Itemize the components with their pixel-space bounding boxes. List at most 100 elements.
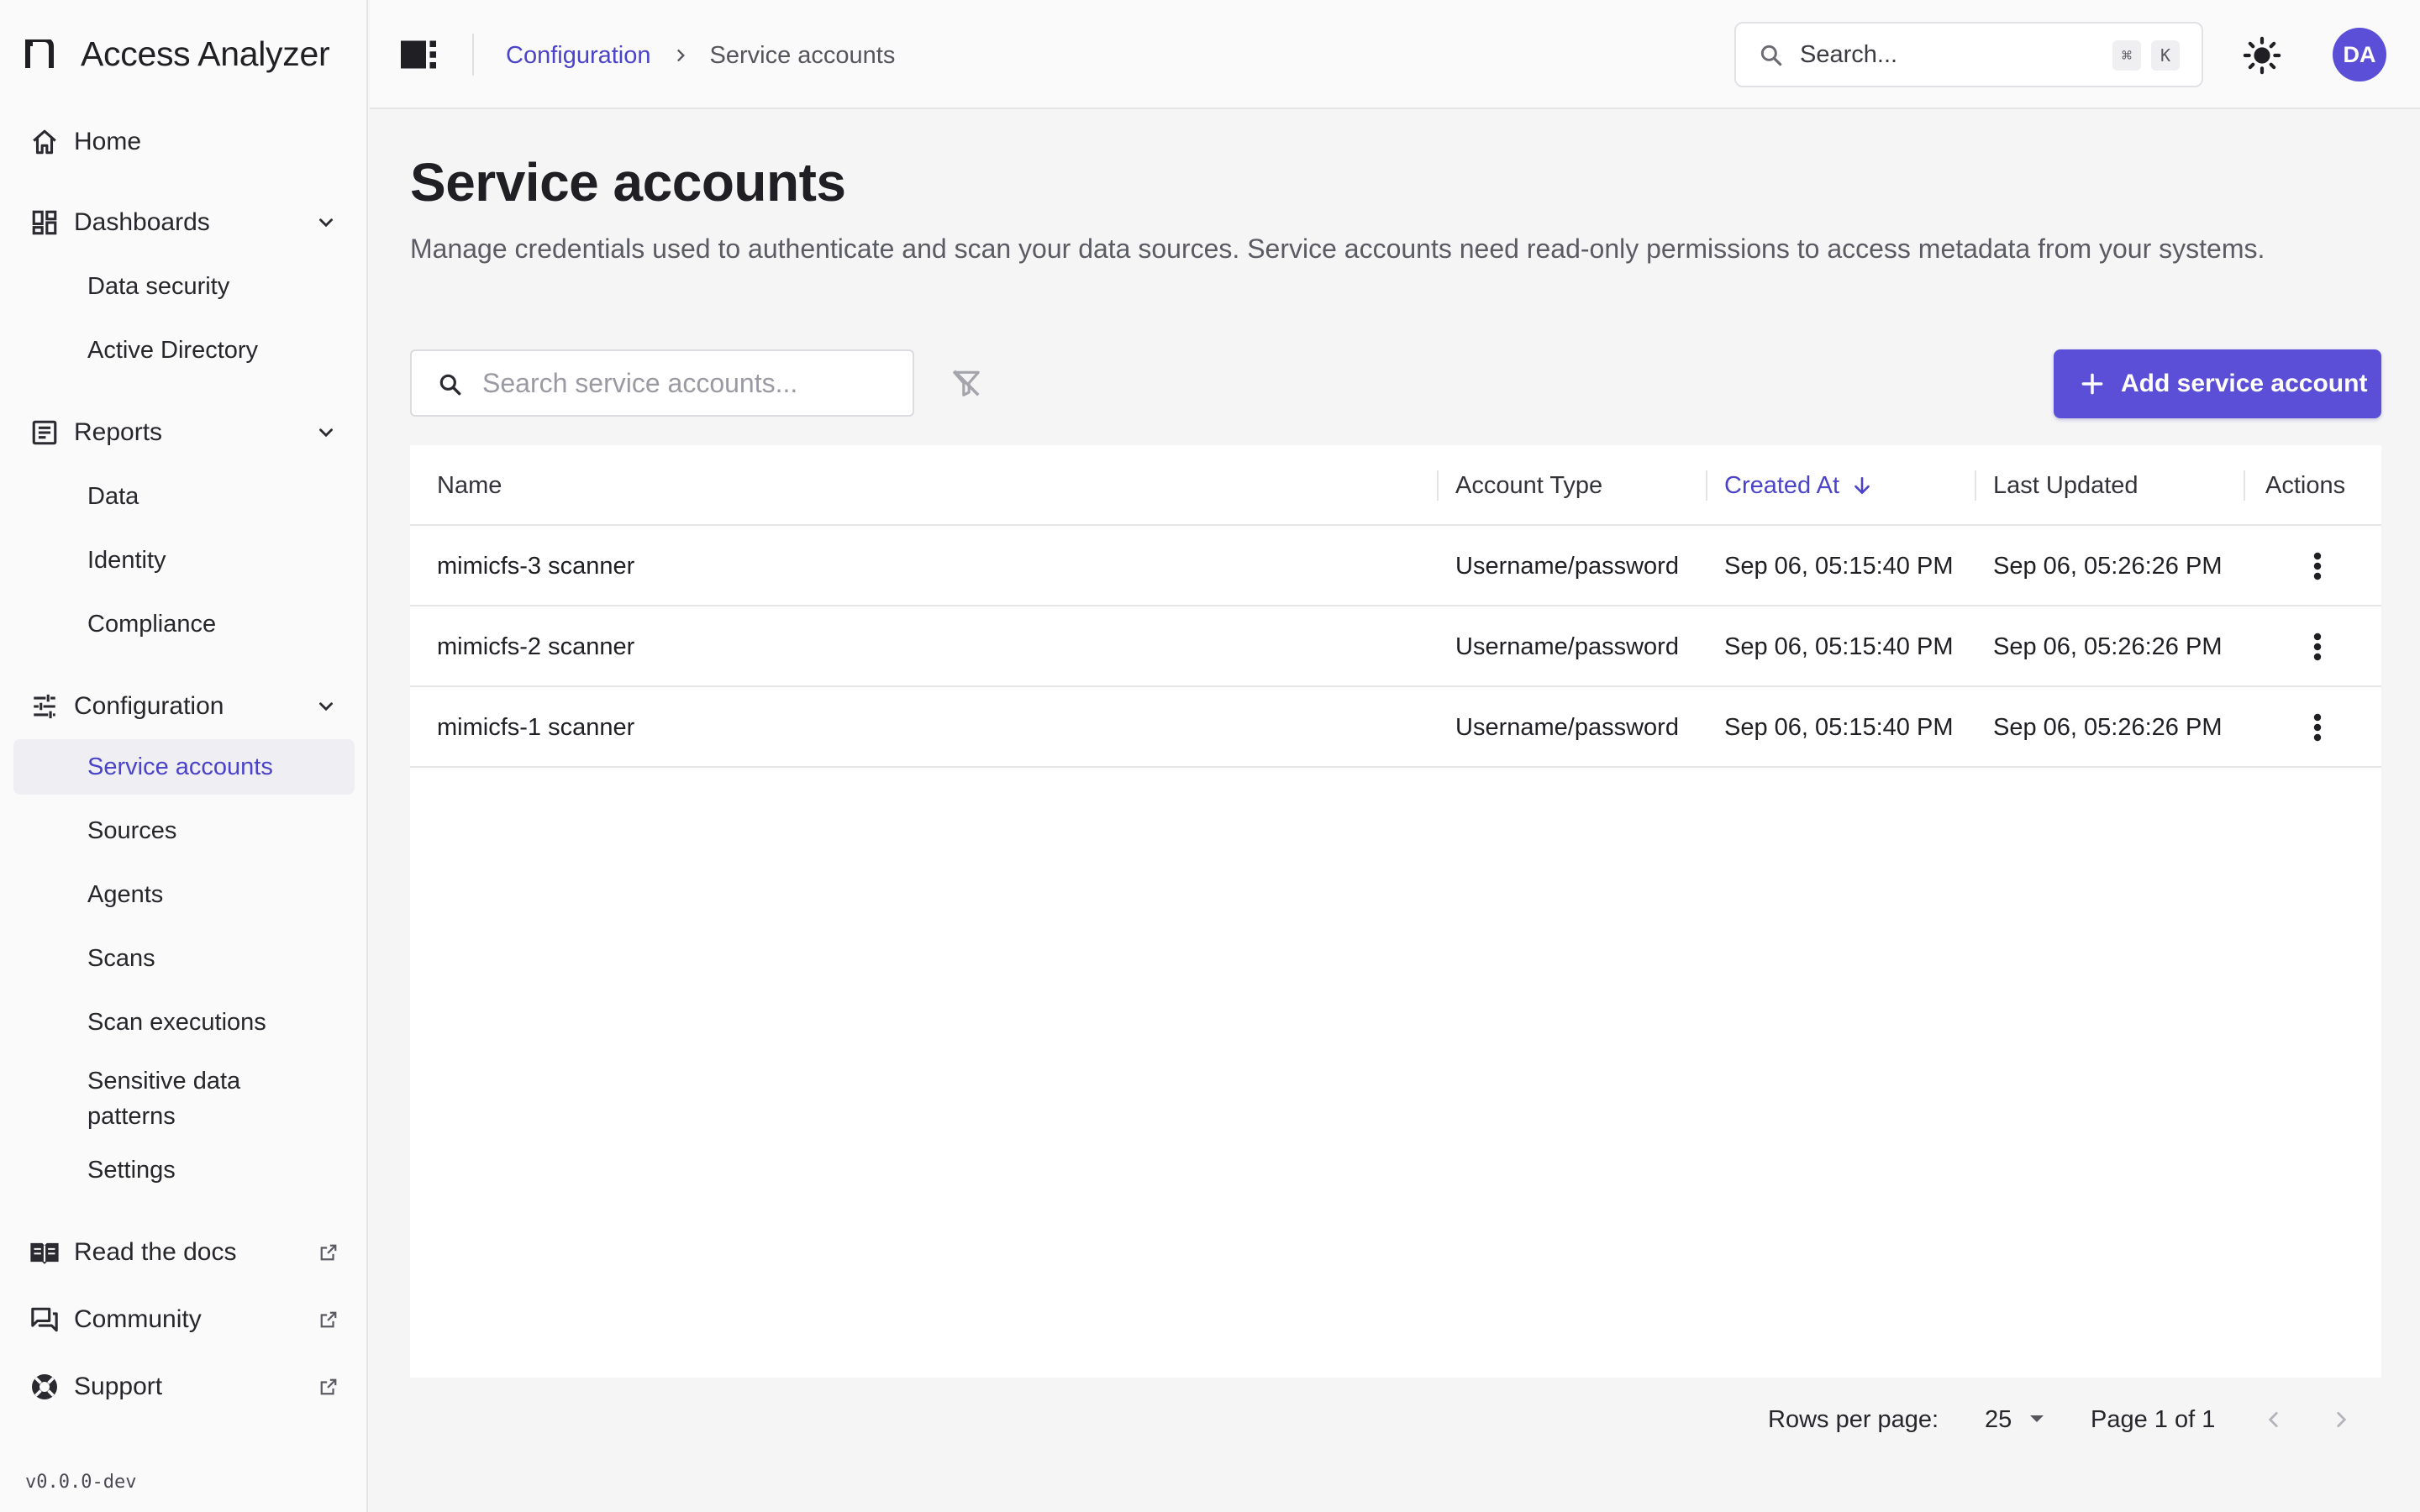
sidebar-item-label: Read the docs	[74, 1238, 237, 1266]
sidebar-item-label: Sources	[87, 817, 177, 844]
caret-down-icon	[2028, 1413, 2045, 1426]
sidebar-item-label: Data security	[87, 273, 230, 300]
sidebar-item-label: Compliance	[87, 611, 217, 638]
sidebar-item-label: Scan executions	[87, 1009, 266, 1036]
sidebar-item-reports[interactable]: Reports	[13, 405, 355, 460]
sidebar-item-label: Home	[74, 128, 142, 155]
brand[interactable]: Access Analyzer	[25, 30, 330, 77]
sidebar-item-service-accounts[interactable]: Service accounts	[13, 739, 355, 795]
cell-created-at: Sep 06, 05:15:40 PM	[1724, 713, 1954, 741]
cell-name: mimicfs-3 scanner	[437, 552, 635, 580]
global-search-placeholder: Search...	[1800, 40, 1898, 68]
sidebar-item-settings[interactable]: Settings	[13, 1142, 355, 1198]
sidebar-item-label: Scans	[87, 945, 155, 972]
sidebar-link-community[interactable]: Community	[13, 1292, 355, 1347]
table-row[interactable]: mimicfs-2 scanner Username/password Sep …	[410, 606, 2381, 687]
chevron-right-icon	[671, 46, 690, 65]
table-header: Name Account Type Created At Last Update…	[410, 445, 2381, 526]
sidebar-item-agents[interactable]: Agents	[13, 867, 355, 922]
sidebar-item-label: Community	[74, 1305, 202, 1333]
sidebar-item-compliance[interactable]: Compliance	[13, 596, 355, 652]
cell-name: mimicfs-1 scanner	[437, 713, 635, 741]
panel-toggle-icon[interactable]	[400, 38, 437, 71]
column-header-account-type[interactable]: Account Type	[1455, 445, 1602, 526]
more-vertical-icon[interactable]	[2301, 711, 2334, 744]
cell-name: mimicfs-2 scanner	[437, 633, 635, 660]
sun-icon[interactable]	[2240, 34, 2284, 77]
app-title: Access Analyzer	[81, 34, 330, 73]
sidebar: Access Analyzer Home Dashboards Data sec…	[0, 0, 368, 1512]
column-divider	[2244, 470, 2245, 501]
sidebar-item-sources[interactable]: Sources	[13, 803, 355, 858]
sidebar-item-dashboards[interactable]: Dashboards	[13, 195, 355, 250]
page-description: Manage credentials used to authenticate …	[410, 234, 2265, 264]
dashboard-icon	[29, 207, 60, 239]
sidebar-item-label: Data	[87, 483, 139, 510]
report-icon	[29, 417, 60, 449]
breadcrumb-configuration[interactable]: Configuration	[506, 42, 651, 70]
cell-account-type: Username/password	[1455, 713, 1679, 741]
cell-last-updated: Sep 06, 05:26:26 PM	[1993, 713, 2223, 741]
sidebar-item-label: Dashboards	[74, 208, 210, 236]
sidebar-item-data-security[interactable]: Data security	[13, 259, 355, 314]
cell-account-type: Username/password	[1455, 633, 1679, 660]
book-icon	[29, 1236, 60, 1268]
home-icon	[29, 126, 60, 158]
sidebar-item-label: Settings	[87, 1157, 176, 1184]
cell-last-updated: Sep 06, 05:26:26 PM	[1993, 633, 2223, 660]
rows-per-page-select[interactable]: 25	[1975, 1401, 2055, 1438]
chevron-down-icon	[313, 693, 339, 720]
breadcrumb-current: Service accounts	[709, 41, 896, 69]
column-divider	[1706, 470, 1707, 501]
sidebar-item-scans[interactable]: Scans	[13, 931, 355, 986]
chevron-left-icon[interactable]	[2257, 1403, 2291, 1436]
lifebuoy-icon	[29, 1371, 60, 1403]
app-version: v0.0.0-dev	[25, 1472, 137, 1493]
external-link-icon	[318, 1376, 339, 1398]
column-header-created-at-label: Created At	[1724, 471, 1840, 499]
shortcut-key-k: K	[2151, 40, 2180, 71]
chevron-right-icon[interactable]	[2324, 1403, 2358, 1436]
external-link-icon	[318, 1242, 339, 1263]
pagination: Rows per page: 25 Page 1 of 1	[1731, 1394, 2403, 1445]
filter-off-icon[interactable]	[948, 365, 985, 402]
sidebar-item-active-directory[interactable]: Active Directory	[13, 323, 355, 378]
global-search-input[interactable]: Search... ⌘ K	[1734, 22, 2203, 87]
sidebar-item-data[interactable]: Data	[13, 469, 355, 524]
service-account-search-input[interactable]: Search service accounts...	[410, 349, 914, 417]
page-info: Page 1 of 1	[2091, 1406, 2216, 1433]
column-header-last-updated[interactable]: Last Updated	[1993, 445, 2139, 526]
chevron-down-icon	[313, 209, 339, 236]
cell-account-type: Username/password	[1455, 552, 1679, 580]
breadcrumb: Configuration Service accounts	[506, 39, 895, 72]
column-divider	[1437, 470, 1439, 501]
external-link-icon	[318, 1309, 339, 1331]
tune-icon	[29, 690, 60, 722]
service-account-search-placeholder: Search service accounts...	[482, 368, 798, 398]
table-row[interactable]: mimicfs-1 scanner Username/password Sep …	[410, 687, 2381, 768]
sidebar-link-docs[interactable]: Read the docs	[13, 1225, 355, 1280]
top-divider	[472, 34, 474, 76]
sidebar-item-identity[interactable]: Identity	[13, 533, 355, 588]
sidebar-link-support[interactable]: Support	[13, 1359, 355, 1415]
rows-per-page-label: Rows per page:	[1768, 1406, 1939, 1433]
column-header-created-at[interactable]: Created At	[1724, 445, 1873, 526]
sidebar-item-configuration[interactable]: Configuration	[13, 679, 355, 734]
sidebar-item-scan-executions[interactable]: Scan executions	[13, 995, 355, 1050]
sidebar-item-label: Active Directory	[87, 337, 259, 364]
cell-last-updated: Sep 06, 05:26:26 PM	[1993, 552, 2223, 580]
sidebar-item-label: Identity	[87, 547, 166, 574]
avatar[interactable]: DA	[2333, 28, 2386, 81]
chevron-down-icon	[313, 419, 339, 446]
more-vertical-icon[interactable]	[2301, 630, 2334, 664]
add-service-account-button[interactable]: Add service account	[2054, 349, 2381, 418]
sidebar-item-label: Reports	[74, 418, 163, 446]
sidebar-item-home[interactable]: Home	[13, 114, 355, 170]
sidebar-item-sensitive-data-patterns[interactable]: Sensitive data patterns	[13, 1058, 355, 1139]
cell-created-at: Sep 06, 05:15:40 PM	[1724, 552, 1954, 580]
table-row[interactable]: mimicfs-3 scanner Username/password Sep …	[410, 526, 2381, 606]
search-icon	[1758, 42, 1785, 69]
more-vertical-icon[interactable]	[2301, 549, 2334, 583]
plus-icon	[2079, 370, 2106, 397]
column-header-name[interactable]: Name	[437, 445, 502, 526]
